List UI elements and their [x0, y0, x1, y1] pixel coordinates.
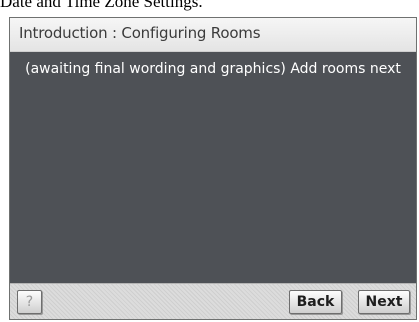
wizard-dialog: Introduction : Configuring Rooms (awaiti…	[9, 17, 417, 320]
next-button[interactable]: Next	[358, 290, 410, 314]
title-bar: Introduction : Configuring Rooms	[10, 18, 416, 52]
content-panel: (awaiting final wording and graphics) Ad…	[10, 52, 416, 283]
message-text: (awaiting final wording and graphics) Ad…	[25, 61, 401, 77]
dialog-title: Introduction : Configuring Rooms	[19, 24, 261, 42]
page-caption: Date and Time Zone Settings.	[0, 0, 203, 11]
back-button[interactable]: Back	[289, 290, 342, 314]
button-bar: ? Back Next	[10, 283, 416, 319]
help-button[interactable]: ?	[17, 290, 42, 314]
